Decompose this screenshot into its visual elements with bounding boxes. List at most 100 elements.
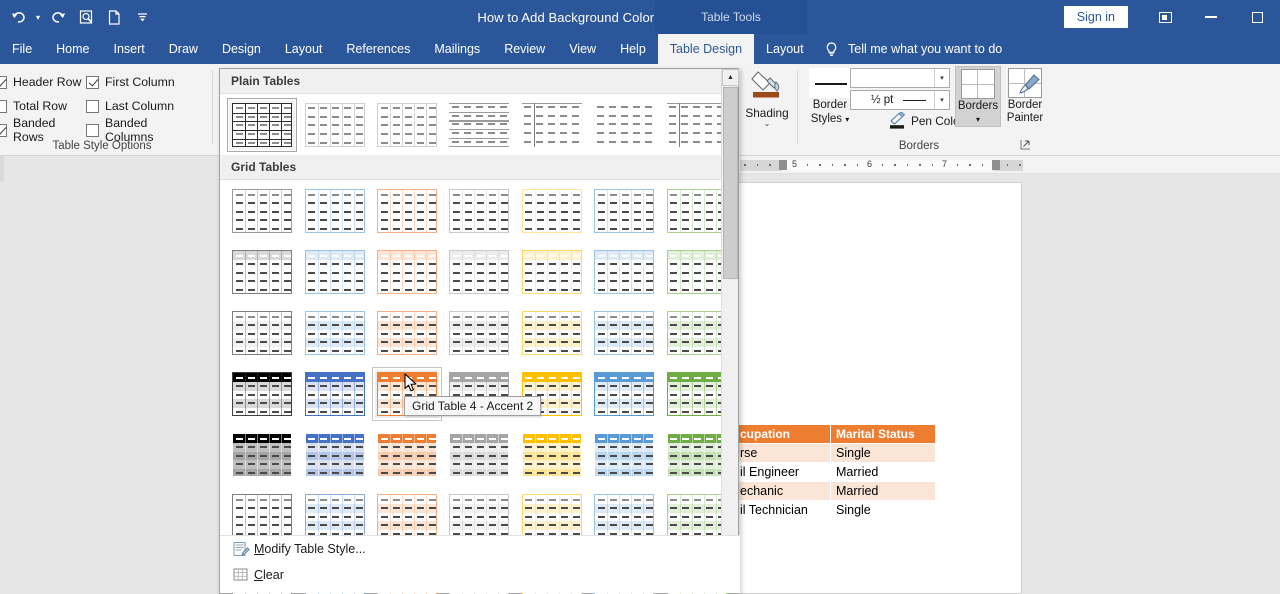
table-style-thumbnail[interactable] — [227, 98, 298, 152]
group-separator — [212, 70, 213, 144]
table-cell[interactable]: rse — [734, 443, 831, 463]
table-style-thumbnail[interactable] — [444, 98, 514, 152]
document-table[interactable]: cupation Marital Status rse Single il Engi… — [734, 424, 936, 520]
table-style-thumbnail[interactable] — [589, 306, 659, 360]
undo-dropdown-icon[interactable]: ▾ — [32, 4, 44, 30]
table-style-thumbnail[interactable] — [372, 98, 442, 152]
table-row[interactable]: il Engineer Married — [734, 462, 936, 482]
gallery-scrollbar[interactable]: ▲ ▼ — [721, 69, 739, 566]
table-style-thumbnail[interactable] — [589, 184, 659, 238]
checkbox-total-row[interactable]: Total Row — [0, 94, 86, 118]
borders-button[interactable]: Borders ▾ — [955, 66, 1001, 127]
line-style-combo[interactable]: ▾ — [850, 68, 950, 88]
table-style-thumbnail[interactable] — [444, 428, 514, 482]
table-style-thumbnail[interactable] — [299, 184, 369, 238]
table-style-thumbnail[interactable] — [372, 184, 442, 238]
ribbon-tab-draw[interactable]: Draw — [157, 34, 210, 64]
checkbox-header-row[interactable]: Header Row — [0, 70, 86, 94]
chevron-down-icon[interactable]: ⌄ — [738, 120, 796, 128]
table-cell[interactable]: il Technician — [734, 500, 831, 520]
table-style-thumbnail[interactable] — [299, 367, 369, 421]
table-style-thumbnail[interactable] — [227, 306, 297, 360]
new-document-icon[interactable] — [101, 4, 127, 30]
modify-table-style-menu-item[interactable]: Modify Table Style... — [220, 536, 740, 562]
line-weight-combo[interactable]: ½ pt ▾ — [850, 90, 950, 110]
table-cell[interactable]: Married — [830, 481, 936, 501]
ribbon-tab-mailings[interactable]: Mailings — [422, 34, 492, 64]
table-style-thumbnail[interactable] — [372, 245, 442, 299]
maximize-icon[interactable] — [1234, 0, 1280, 34]
table-cell[interactable]: Married — [830, 462, 936, 482]
table-row[interactable]: echanic Married — [734, 481, 936, 501]
thumbnail-preview — [666, 103, 727, 147]
tab-stop-marker[interactable] — [992, 160, 1000, 170]
table-cell[interactable]: Single — [830, 443, 936, 463]
table-style-thumbnail[interactable] — [444, 306, 514, 360]
table-style-thumbnail[interactable] — [589, 367, 659, 421]
ribbon-tab-layout[interactable]: Layout — [273, 34, 335, 64]
table-style-thumbnail[interactable] — [227, 367, 297, 421]
table-style-thumbnail[interactable] — [589, 245, 659, 299]
table-style-thumbnail[interactable] — [227, 245, 297, 299]
table-style-thumbnail[interactable] — [227, 428, 297, 482]
horizontal-ruler[interactable]: 5 6 7 — [738, 156, 1280, 174]
chevron-down-icon[interactable]: ▾ — [934, 69, 949, 87]
table-style-thumbnail[interactable] — [372, 306, 442, 360]
ribbon-tab-references[interactable]: References — [334, 34, 422, 64]
customize-quick-access-toolbar-icon[interactable] — [129, 4, 155, 30]
sign-in-button[interactable]: Sign in — [1063, 6, 1128, 28]
border-styles-button[interactable]: Border Styles ▾ — [804, 68, 856, 126]
table-row[interactable]: il Technician Single — [734, 500, 936, 520]
ribbon-tab-home[interactable]: Home — [44, 34, 101, 64]
table-cell[interactable]: echanic — [734, 481, 831, 501]
table-style-thumbnail[interactable] — [517, 184, 587, 238]
ribbon-display-options-icon[interactable] — [1142, 0, 1188, 34]
table-style-thumbnail[interactable] — [299, 245, 369, 299]
shading-button[interactable]: Shading ⌄ — [738, 68, 796, 128]
ribbon-tab-file[interactable]: File — [0, 34, 44, 64]
ribbon-tab-insert[interactable]: Insert — [102, 34, 157, 64]
table-style-thumbnail[interactable] — [227, 184, 297, 238]
table-style-thumbnail[interactable] — [517, 428, 587, 482]
table-cell[interactable]: il Engineer — [734, 462, 831, 482]
redo-icon[interactable] — [45, 4, 71, 30]
table-style-thumbnail[interactable] — [589, 428, 659, 482]
scroll-up-arrow[interactable]: ▲ — [722, 69, 739, 86]
borders-dialog-launcher[interactable] — [1020, 139, 1032, 151]
table-style-thumbnail[interactable] — [372, 428, 442, 482]
undo-icon[interactable] — [5, 4, 31, 30]
ribbon-tab-view[interactable]: View — [557, 34, 608, 64]
print-preview-icon[interactable] — [73, 4, 99, 30]
scrollbar-thumb[interactable] — [723, 87, 738, 279]
tell-me-search[interactable]: Tell me what you want to do — [820, 34, 1002, 64]
table-style-thumbnail[interactable] — [299, 98, 369, 152]
document-page[interactable]: cupation Marital Status rse Single il Engi… — [734, 182, 1022, 594]
border-painter-button[interactable]: Border Painter — [1002, 66, 1048, 125]
ribbon-tab-layout[interactable]: Layout — [754, 34, 816, 64]
tab-stop-marker[interactable] — [779, 160, 787, 170]
table-style-thumbnail[interactable] — [517, 98, 587, 152]
minimize-icon[interactable] — [1188, 0, 1234, 34]
clear-table-style-menu-item[interactable]: Clear — [220, 562, 740, 588]
checkbox-first-column[interactable]: First Column — [86, 70, 196, 94]
table-style-thumbnail[interactable] — [589, 98, 659, 152]
ribbon-tab-help[interactable]: Help — [608, 34, 658, 64]
chevron-down-icon[interactable]: ▾ — [956, 113, 1000, 126]
table-style-thumbnail[interactable] — [517, 245, 587, 299]
ribbon-tab-design[interactable]: Design — [210, 34, 273, 64]
table-row[interactable]: rse Single — [734, 443, 936, 463]
table-style-thumbnail[interactable] — [299, 428, 369, 482]
table-cell[interactable]: Single — [830, 500, 936, 520]
checkbox-last-column[interactable]: Last Column — [86, 94, 196, 118]
table-style-thumbnail[interactable] — [444, 184, 514, 238]
ribbon-tab-table-design[interactable]: Table Design — [657, 34, 755, 64]
thumbnail-preview — [232, 311, 293, 355]
thumbnail-preview — [304, 494, 365, 538]
table-style-thumbnail[interactable] — [517, 306, 587, 360]
table-style-thumbnail[interactable] — [299, 306, 369, 360]
table-style-thumbnail[interactable] — [444, 245, 514, 299]
ribbon-tab-review[interactable]: Review — [492, 34, 557, 64]
checkbox-banded-columns[interactable]: Banded Columns — [86, 116, 196, 144]
checkbox-banded-rows[interactable]: Banded Rows — [0, 116, 86, 144]
chevron-down-icon[interactable]: ▾ — [934, 91, 949, 109]
